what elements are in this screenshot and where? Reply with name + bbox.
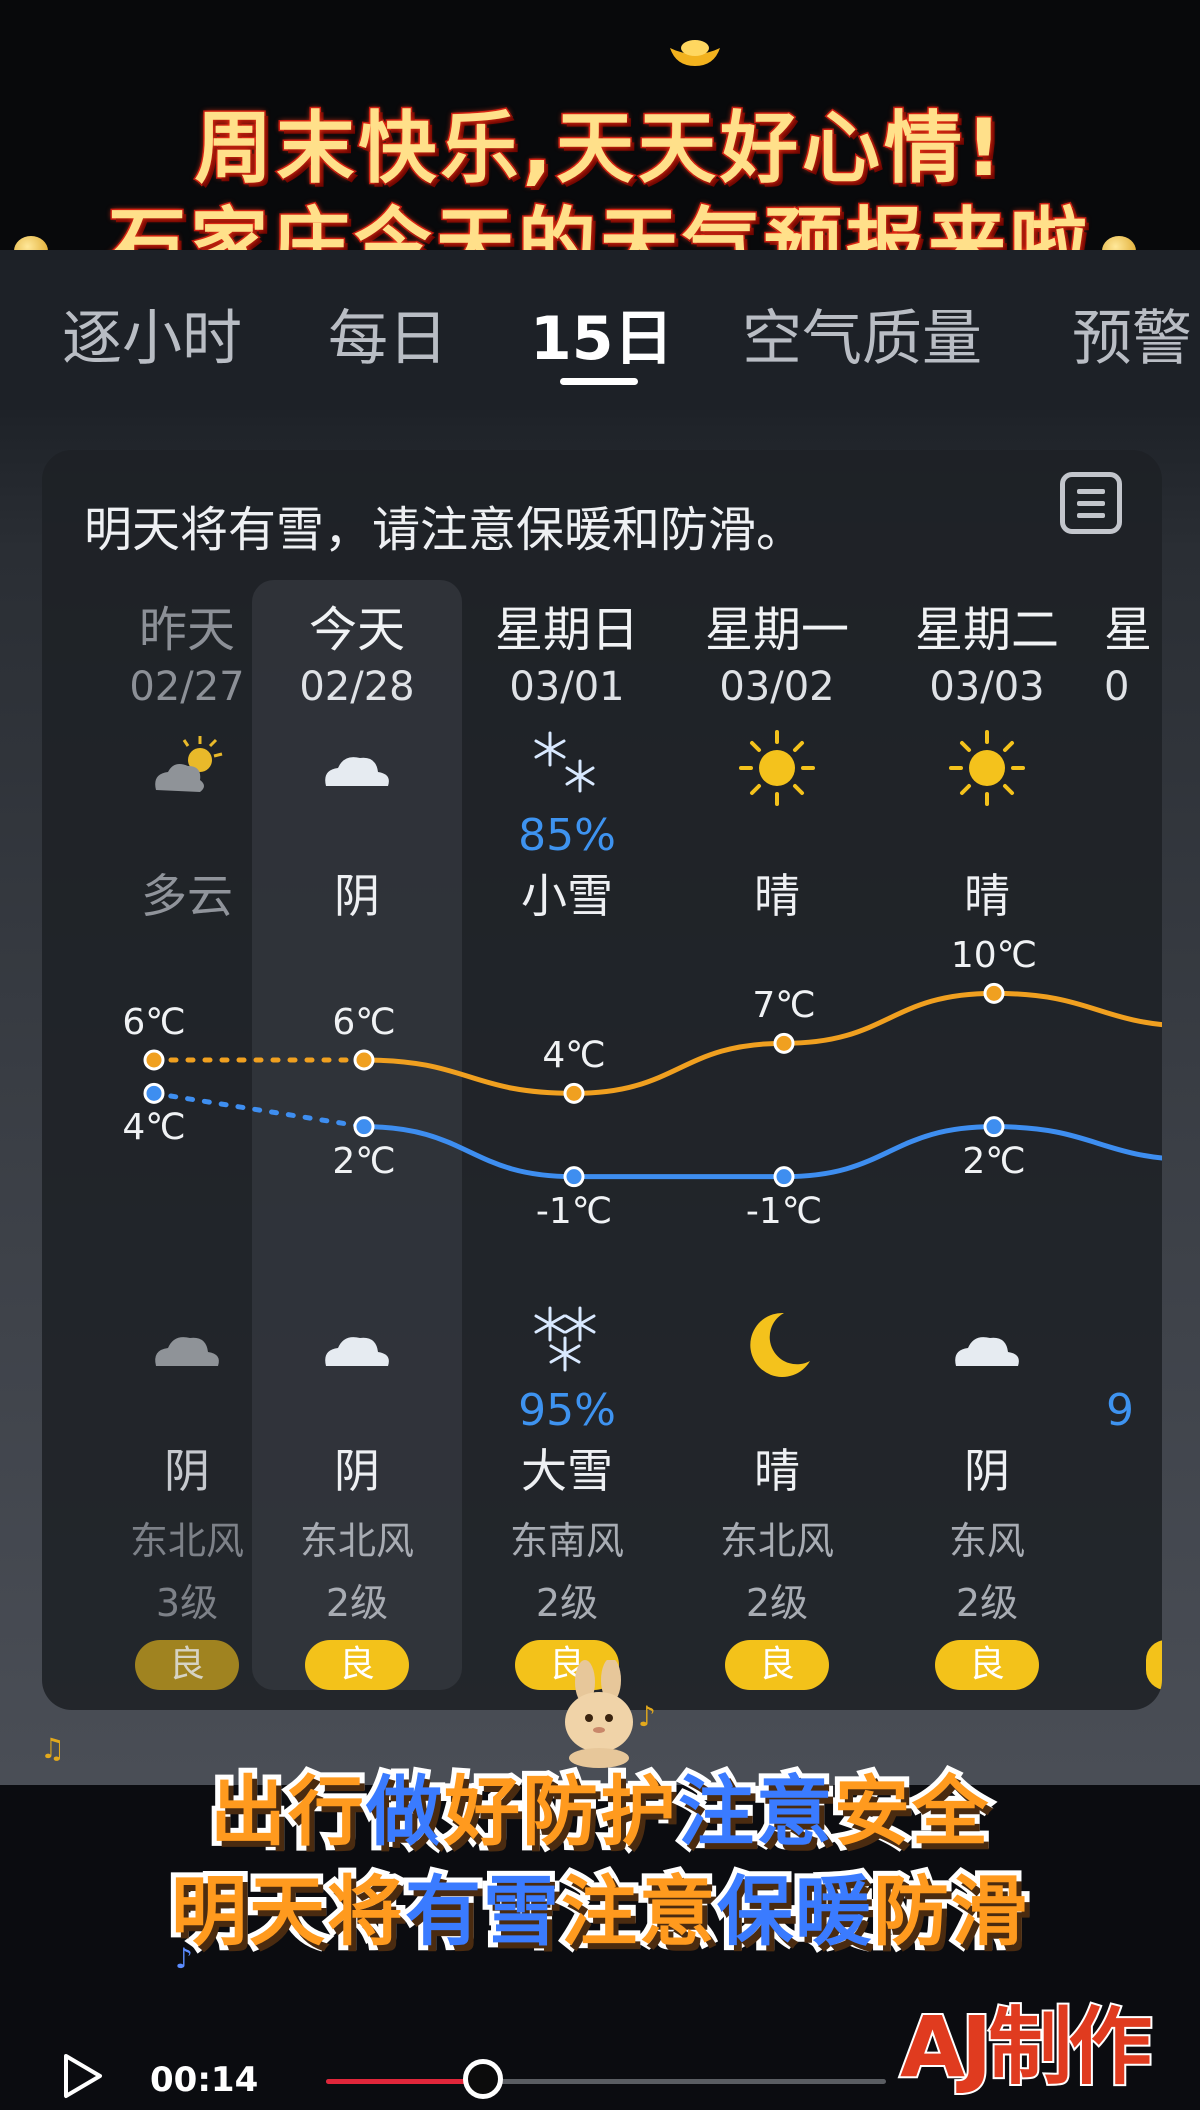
active-tab-indicator	[560, 378, 638, 385]
wind-level: 2级	[745, 1581, 809, 1625]
wind-level: 2级	[955, 1581, 1019, 1625]
tab-air-quality[interactable]: 空气质量	[742, 290, 982, 377]
low-temp-label: -1℃	[745, 1190, 823, 1232]
high-temp-point	[143, 1049, 165, 1071]
caption-line1: 出行做好防护注意安全	[205, 1762, 993, 1861]
high-temp-label: 6℃	[122, 1002, 186, 1043]
wind-direction: 东北风	[719, 1519, 834, 1563]
playback-time: 00:14	[150, 2060, 259, 2100]
low-temp-point	[563, 1166, 585, 1188]
tab-bar: 逐小时 每日 15日 空气质量 预警	[0, 250, 1200, 410]
night-condition: 阴	[964, 1444, 1010, 1498]
high-temp-point	[353, 1049, 375, 1071]
precip-probability: 95%	[518, 1385, 616, 1436]
progress-knob[interactable]	[462, 2059, 503, 2099]
aqi-badge[interactable]: 良	[725, 1640, 829, 1690]
low-temp-label: -1℃	[535, 1190, 613, 1232]
cloud-icon	[325, 1337, 389, 1366]
cloud-icon	[955, 1337, 1019, 1366]
low-temp-point	[353, 1116, 375, 1138]
high-temp-label: 10℃	[950, 935, 1038, 977]
wind-direction: 东南风	[509, 1519, 624, 1563]
caption-line2: 明天将有雪注意保暖防滑	[166, 1862, 1032, 1961]
low-temp-label: 2℃	[332, 1140, 396, 1182]
night-condition: 晴	[754, 1444, 800, 1498]
wind-direction: 东风	[948, 1519, 1025, 1563]
night-condition: 阴	[334, 1444, 380, 1498]
aqi-badge[interactable]: 良	[935, 1640, 1039, 1690]
wind-level: 2级	[535, 1581, 599, 1625]
tab-hourly[interactable]: 逐小时	[62, 290, 242, 377]
aqi-badge[interactable]: 良	[135, 1640, 239, 1690]
tab-alerts[interactable]: 预警	[1072, 290, 1192, 377]
precip-probability: 9	[1106, 1385, 1134, 1436]
high-temp-point	[563, 1082, 585, 1104]
low-temp-point	[773, 1166, 795, 1188]
high-temp-label: 4℃	[542, 1035, 606, 1077]
high-temp-label: 7℃	[752, 985, 816, 1027]
tab-daily[interactable]: 每日	[328, 290, 448, 377]
cloud-icon	[155, 1337, 219, 1366]
snowflake-icon	[534, 1306, 596, 1372]
wind-level: 2级	[325, 1581, 389, 1625]
play-icon[interactable]	[60, 2052, 104, 2100]
weather-app: 逐小时 每日 15日 空气质量 预警 明天将有雪，请注意保暖和防滑。 昨天 02…	[0, 250, 1200, 1785]
low-temp-point	[983, 1116, 1005, 1138]
video-player-bar: 00:14	[0, 2030, 1200, 2110]
wind-direction: 东北风	[299, 1519, 414, 1563]
gold-ingot-icon	[670, 40, 720, 66]
progress-fill	[326, 2079, 483, 2084]
high-temp-point	[773, 1032, 795, 1054]
high-temp-label: 6℃	[332, 1002, 396, 1043]
tab-15-day[interactable]: 15日	[530, 290, 674, 377]
night-condition: 大雪	[521, 1444, 613, 1498]
forecast-card: 明天将有雪，请注意保暖和防滑。 昨天 02/27 今天 02/28 星期日 03…	[42, 450, 1162, 1710]
low-temp-point	[143, 1082, 165, 1104]
aqi-badge[interactable]: 良	[305, 1640, 409, 1690]
high-temp-point	[983, 982, 1005, 1004]
progress-track[interactable]	[326, 2059, 886, 2099]
low-temp-label: 4℃	[122, 1107, 186, 1149]
moon-icon	[750, 1312, 810, 1377]
low-temp-label: 2℃	[962, 1140, 1026, 1182]
music-note-icon: ♪	[638, 1700, 656, 1733]
